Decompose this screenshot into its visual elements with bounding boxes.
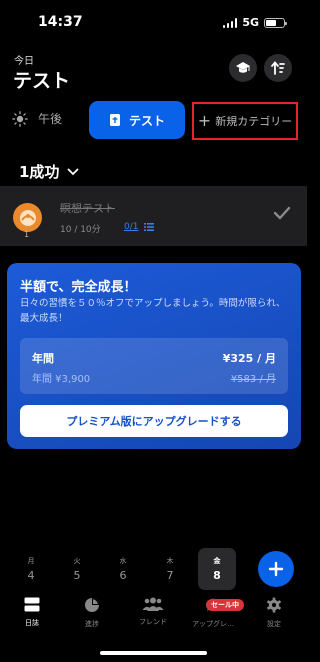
day-monday[interactable]: 月 4	[12, 548, 50, 590]
day-wednesday[interactable]: 水 6	[104, 548, 142, 590]
tab-afternoon[interactable]: 午後	[12, 110, 62, 127]
upgrade-button[interactable]: プレミアム版にアップグレードする	[20, 405, 288, 437]
battery-icon	[264, 17, 287, 28]
day-label: 木	[166, 557, 174, 565]
tab-journal[interactable]: 日誌	[2, 597, 62, 628]
status-bar: 14:37 5G	[0, 0, 307, 44]
tab-upgrade-label: アップグレ…	[192, 620, 234, 628]
day-friday[interactable]: 金 8	[198, 548, 236, 590]
sale-badge: セール中	[206, 599, 244, 611]
checkmark-icon[interactable]	[273, 206, 291, 220]
chevron-down-icon	[68, 168, 79, 175]
day-label: 水	[119, 557, 127, 565]
day-label: 火	[73, 557, 81, 565]
day-label: 月	[27, 557, 35, 565]
day-tuesday[interactable]: 火 5	[58, 548, 96, 590]
day-number: 5	[73, 569, 81, 582]
premium-promo-card: 半額で、完全成長！ 日々の習慣を５０％オフでアップしましょう。時間が限られ、最大…	[7, 263, 301, 449]
pie-chart-icon	[85, 598, 99, 612]
tab-friends[interactable]: フレンド	[123, 597, 183, 627]
plan-name: 年間	[32, 352, 54, 365]
habit-name: 瞑想テスト	[60, 202, 115, 215]
tab-test[interactable]: テスト	[89, 101, 185, 139]
success-filter-dropdown[interactable]: 1成功	[19, 161, 79, 182]
plus-icon: +	[197, 111, 212, 130]
meditation-icon	[19, 209, 36, 226]
habit-avatar	[13, 203, 42, 232]
plan-price: ¥325 / 月	[222, 352, 276, 365]
date-label: 今日	[14, 56, 34, 67]
success-label: 1成功	[19, 163, 60, 181]
habit-duration: 10 / 10分	[60, 225, 101, 235]
promo-description: 日々の習慣を５０％オフでアップしましょう。時間が限られ、最大成長！	[20, 298, 286, 324]
plan-original-price: ¥583 / 月	[230, 374, 276, 385]
tab-journal-label: 日誌	[25, 619, 39, 627]
gear-icon	[267, 597, 281, 613]
plus-icon	[268, 561, 284, 577]
home-indicator	[100, 651, 207, 655]
day-number: 8	[213, 569, 221, 582]
habit-card[interactable]: 1 瞑想テスト 10 / 10分 0/1	[0, 186, 307, 246]
day-number: 7	[166, 569, 174, 582]
friends-icon	[142, 597, 164, 611]
sun-icon	[12, 110, 28, 127]
promo-title: 半額で、完全成長！	[20, 280, 137, 295]
signal-icon	[222, 17, 238, 28]
sort-button[interactable]	[264, 54, 292, 82]
tab-progress[interactable]: 進捗	[62, 597, 122, 629]
bottom-tab-bar: 日誌 進捗 フレンド アップグレ… 設定	[0, 597, 307, 637]
new-category-label: 新規カテゴリー	[215, 115, 293, 128]
category-tabs: 午後 テスト + 新規カテゴリー	[0, 100, 307, 140]
graduation-cap-icon	[236, 62, 250, 73]
new-category-button[interactable]: + 新規カテゴリー	[192, 102, 298, 140]
tab-settings-label: 設定	[267, 620, 281, 628]
list-icon	[144, 223, 155, 231]
habit-progress[interactable]: 0/1	[124, 222, 155, 232]
sort-icon	[271, 61, 285, 75]
annual-plan-option[interactable]: 年間 ¥325 / 月 年間 ¥3,900 ¥583 / 月	[20, 338, 288, 394]
status-time: 14:37	[38, 14, 83, 30]
day-thursday[interactable]: 木 7	[151, 548, 189, 590]
courses-button[interactable]	[229, 54, 257, 82]
status-indicators: 5G	[222, 16, 287, 29]
tab-settings[interactable]: 設定	[244, 597, 304, 629]
journal-icon	[24, 597, 40, 612]
tab-test-label: テスト	[128, 113, 165, 128]
network-label: 5G	[242, 16, 259, 29]
tab-friends-label: フレンド	[139, 618, 167, 626]
plan-annual-price: 年間 ¥3,900	[32, 374, 91, 385]
day-number: 4	[27, 569, 35, 582]
tab-afternoon-label: 午後	[38, 112, 63, 126]
add-habit-button[interactable]	[258, 551, 294, 587]
habit-progress-value: 0/1	[124, 222, 139, 232]
day-number: 6	[119, 569, 127, 582]
book-icon	[109, 114, 120, 126]
habit-count: 1	[24, 230, 30, 239]
page-title: テスト	[13, 70, 71, 92]
day-label: 金	[213, 557, 221, 565]
tab-progress-label: 進捗	[85, 620, 99, 628]
